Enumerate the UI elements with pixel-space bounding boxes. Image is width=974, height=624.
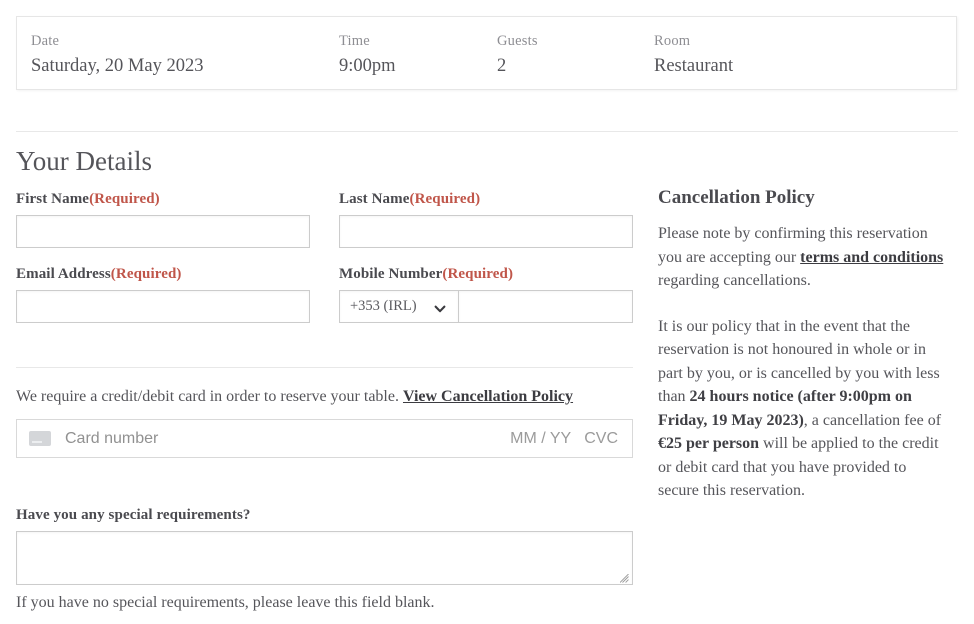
mobile-number-label: Mobile Number(Required) [339, 265, 513, 283]
summary-value-date: Saturday, 20 May 2023 [31, 56, 204, 76]
terms-and-conditions-link[interactable]: terms and conditions [800, 249, 943, 266]
last-name-label-text: Last Name [339, 191, 410, 207]
country-code-value: +353 (IRL) [350, 298, 417, 314]
summary-item-room: Room Restaurant [654, 17, 934, 89]
email-required-tag: (Required) [110, 266, 182, 282]
summary-label-date: Date [31, 33, 60, 49]
summary-value-guests: 2 [497, 56, 507, 76]
mobile-number-row: +353 (IRL) [339, 290, 633, 323]
card-details-field[interactable]: Card number MM / YY CVC [16, 419, 633, 458]
summary-item-guests: Guests 2 [497, 17, 654, 89]
cancellation-policy-paragraph-1: Please note by confirming this reservati… [658, 222, 950, 293]
payment-intro: We require a credit/debit card in order … [16, 386, 573, 408]
view-cancellation-policy-link[interactable]: View Cancellation Policy [403, 388, 573, 405]
policy-p2-fee: €25 per person [658, 435, 760, 452]
country-code-select[interactable]: +353 (IRL) [339, 290, 459, 323]
email-input[interactable] [16, 290, 310, 323]
card-number-placeholder: Card number [65, 429, 159, 447]
cancellation-policy-title: Cancellation Policy [658, 187, 815, 208]
payment-intro-text: We require a credit/debit card in order … [16, 388, 399, 405]
first-name-label-text: First Name [16, 191, 90, 207]
card-expiry-placeholder: MM / YY [510, 429, 572, 447]
first-name-required-tag: (Required) [89, 191, 160, 207]
email-label-text: Email Address [16, 266, 111, 282]
mobile-number-input[interactable] [459, 290, 633, 323]
summary-item-time: Time 9:00pm [339, 17, 497, 89]
policy-p2-part2: , a cancellation fee of [803, 411, 942, 429]
email-label: Email Address(Required) [16, 265, 182, 283]
special-requirements-textarea[interactable] [16, 531, 633, 585]
first-name-input[interactable] [16, 215, 310, 248]
reservation-summary-card: Date Saturday, 20 May 2023 Time 9:00pm G… [16, 16, 957, 90]
last-name-required-tag: (Required) [409, 191, 481, 207]
credit-card-icon [29, 431, 51, 446]
cancellation-policy-section: Cancellation Policy Please note by confi… [658, 186, 950, 503]
cancellation-policy-paragraph-2: It is our policy that in the event that … [658, 315, 950, 503]
payment-divider [16, 367, 633, 368]
summary-item-date: Date Saturday, 20 May 2023 [17, 17, 339, 89]
special-requirements-label: Have you any special requirements? [16, 507, 251, 523]
section-divider [16, 131, 958, 132]
summary-value-room: Restaurant [654, 56, 734, 76]
summary-value-time: 9:00pm [339, 56, 396, 76]
mobile-number-label-text: Mobile Number [339, 266, 443, 282]
special-requirements-hint: If you have no special requirements, ple… [16, 594, 435, 611]
card-cvc-placeholder: CVC [584, 429, 618, 447]
last-name-input[interactable] [339, 215, 633, 248]
policy-p1-after: regarding cancellations. [658, 272, 811, 289]
summary-label-room: Room [654, 33, 691, 49]
first-name-label: First Name(Required) [16, 190, 160, 208]
last-name-label: Last Name(Required) [339, 190, 480, 208]
page-title: Your Details [16, 146, 153, 176]
summary-label-guests: Guests [497, 33, 538, 49]
summary-label-time: Time [339, 33, 370, 49]
mobile-required-tag: (Required) [442, 266, 514, 282]
chevron-down-icon [434, 302, 446, 314]
booking-details-page: Date Saturday, 20 May 2023 Time 9:00pm G… [0, 0, 974, 624]
